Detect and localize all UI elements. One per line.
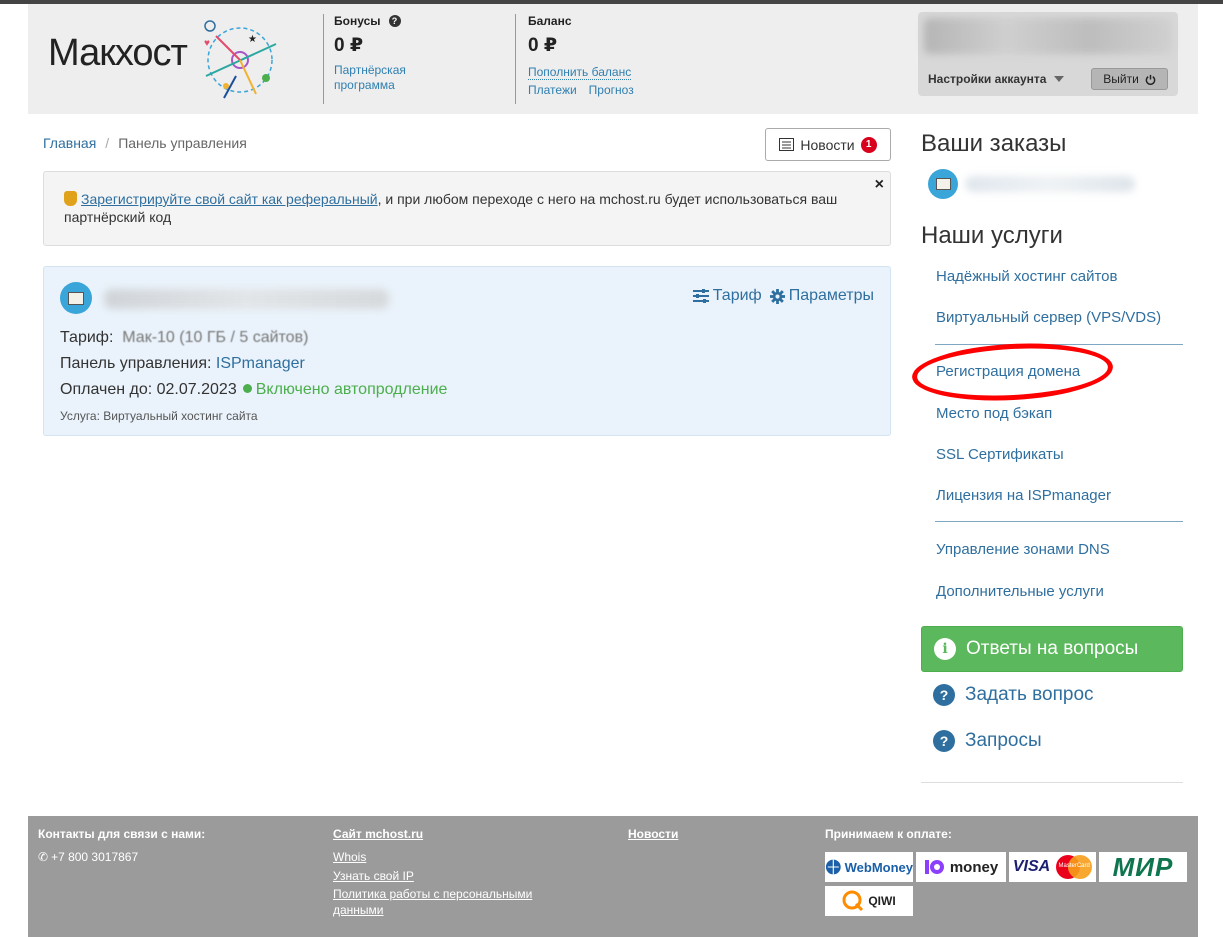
service-link-hosting[interactable]: Надёжный хостинг сайтов xyxy=(936,268,1118,285)
divider xyxy=(935,521,1183,522)
partner-program-link[interactable]: Партнёрская программа xyxy=(334,63,406,93)
account-settings-dropdown[interactable]: Настройки аккаунта xyxy=(928,72,1065,86)
mastercard-icon: MasterCard xyxy=(1054,855,1093,879)
tariff-row: Тариф: Мак-10 (10 ГБ / 5 сайтов) xyxy=(60,329,309,346)
breadcrumb-home[interactable]: Главная xyxy=(43,135,96,151)
qiwi-logo: QIWI xyxy=(825,886,913,916)
ask-question-link[interactable]: ? Задать вопрос xyxy=(933,684,1094,706)
close-icon[interactable]: × xyxy=(875,176,884,194)
contacts-heading: Контакты для связи с нами: xyxy=(38,827,206,841)
visa-mastercard-logo: VISA MasterCard xyxy=(1009,852,1096,882)
account-panel: Настройки аккаунта Выйти xyxy=(918,12,1178,96)
mir-logo: МИР xyxy=(1099,852,1187,882)
bonus-block: Бонусы ? 0 ₽ Партнёрская программа xyxy=(334,14,406,93)
service-card: Тариф Параметры Тариф: Мак-10 (10 ГБ / 5… xyxy=(43,266,891,436)
panel-row: Панель управления: ISPmanager xyxy=(60,355,305,372)
logout-button[interactable]: Выйти xyxy=(1091,68,1168,90)
gear-icon xyxy=(769,288,785,304)
account-name-blurred xyxy=(924,18,1172,54)
phone[interactable]: ✆ +7 800 3017867 xyxy=(38,850,138,864)
hosting-icon xyxy=(60,282,92,314)
my-ip-link[interactable]: Узнать свой IP xyxy=(333,868,414,884)
question-icon: ? xyxy=(933,684,955,706)
balance-label: Баланс xyxy=(528,14,572,28)
paid-row: Оплачен до: 02.07.2023 Включено автопродл… xyxy=(60,381,448,398)
service-type: Услуга: Виртуальный хостинг сайта xyxy=(60,409,258,423)
header-separator xyxy=(515,14,516,104)
service-link-extra[interactable]: Дополнительные услуги xyxy=(936,583,1104,600)
divider xyxy=(921,782,1183,783)
ispmanager-link[interactable]: ISPmanager xyxy=(216,355,305,372)
orders-heading: Ваши заказы xyxy=(921,130,1067,157)
requests-link[interactable]: ? Запросы xyxy=(933,730,1042,752)
referral-alert: Зарегистрируйте свой сайт как реферальны… xyxy=(43,171,891,246)
news-count-badge: 1 xyxy=(860,136,877,153)
service-link-ssl[interactable]: SSL Сертификаты xyxy=(936,446,1064,463)
balance-block: Баланс 0 ₽ Пополнить баланс Платежи Прог… xyxy=(528,14,634,98)
service-link-backup[interactable]: Место под бэкап xyxy=(936,405,1052,422)
whois-link[interactable]: Whois xyxy=(333,849,366,865)
help-icon[interactable]: ? xyxy=(388,15,401,27)
news-label: Новости xyxy=(800,136,855,153)
qiwi-icon xyxy=(842,890,864,912)
service-link-dns[interactable]: Управление зонами DNS xyxy=(936,541,1110,558)
svg-text:★: ★ xyxy=(248,34,257,45)
payment-heading: Принимаем к оплате: xyxy=(825,827,952,841)
yoomoney-logo: money xyxy=(916,852,1006,882)
webmoney-logo: WebMoney xyxy=(825,852,913,882)
footer-news-link[interactable]: Новости xyxy=(628,827,678,841)
power-icon xyxy=(1145,74,1156,85)
logo-emblem-icon: ♥ ★ xyxy=(204,20,277,99)
service-actions: Тариф Параметры xyxy=(692,287,874,305)
service-domain-blurred xyxy=(104,289,389,309)
breadcrumb: Главная / Панель управления xyxy=(43,135,247,151)
sliders-icon xyxy=(692,289,709,303)
hosting-icon[interactable] xyxy=(928,169,958,199)
breadcrumb-separator: / xyxy=(105,135,110,151)
faq-button[interactable]: i Ответы на вопросы xyxy=(921,626,1183,672)
services-heading: Наши услуги xyxy=(921,222,1063,249)
svg-text:♥: ♥ xyxy=(204,38,210,49)
logo[interactable]: Макхост xyxy=(48,32,188,75)
service-link-ispmanager[interactable]: Лицензия на ISPmanager xyxy=(936,487,1111,504)
phone-icon: ✆ xyxy=(38,850,49,864)
tariff-action[interactable]: Тариф xyxy=(692,287,762,305)
yoomoney-icon xyxy=(924,860,944,874)
footer: Контакты для связи с нами: ✆ +7 800 3017… xyxy=(28,816,1198,937)
bonus-label: Бонусы ? xyxy=(334,14,406,28)
order-name-blurred[interactable] xyxy=(965,176,1135,192)
status-dot-icon xyxy=(242,384,252,393)
topup-link[interactable]: Пополнить баланс xyxy=(528,65,632,80)
money-bag-icon xyxy=(64,191,77,206)
header: Макхост ♥ ★ Бонусы ? 0 ₽ Партнёрская про… xyxy=(28,4,1198,114)
news-button[interactable]: Новости 1 xyxy=(765,128,891,161)
params-action[interactable]: Параметры xyxy=(769,287,874,305)
balance-amount: 0 ₽ xyxy=(528,35,558,56)
webmoney-globe-icon xyxy=(825,859,841,875)
newspaper-icon xyxy=(779,138,795,151)
referral-link[interactable]: Зарегистрируйте свой сайт как реферальны… xyxy=(81,191,378,207)
breadcrumb-current: Панель управления xyxy=(118,135,247,151)
autorenew-status[interactable]: Включено автопродление xyxy=(256,381,448,398)
payments-link[interactable]: Платежи xyxy=(528,83,577,98)
forecast-link[interactable]: Прогноз xyxy=(589,83,634,98)
service-link-vps[interactable]: Виртуальный сервер (VPS/VDS) xyxy=(936,309,1161,326)
highlight-annotation xyxy=(910,338,1115,406)
header-separator xyxy=(323,14,324,104)
tariff-value: Мак-10 (10 ГБ / 5 сайтов) xyxy=(122,329,309,346)
info-icon: i xyxy=(934,638,956,660)
chevron-down-icon xyxy=(1054,76,1065,82)
question-icon: ? xyxy=(933,730,955,752)
bonus-amount: 0 ₽ xyxy=(334,35,364,56)
privacy-link[interactable]: Политика работы с персональными данными xyxy=(333,886,532,918)
site-link[interactable]: Сайт mchost.ru xyxy=(333,827,423,841)
